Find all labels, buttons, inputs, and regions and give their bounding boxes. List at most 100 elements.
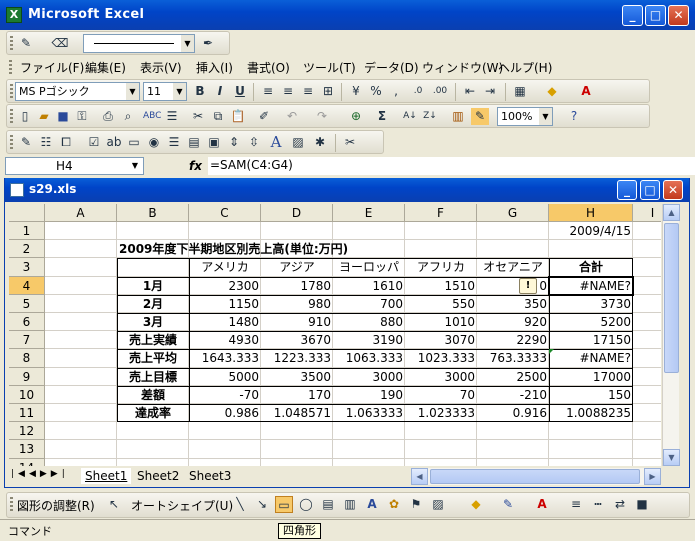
increase-decimal-icon[interactable]: .0 xyxy=(409,83,427,100)
tab-scroll-icon[interactable]: |◀◀▶▶| xyxy=(11,469,69,479)
tab-sheet3[interactable]: Sheet3 xyxy=(185,468,235,484)
menu-file[interactable]: ファイル(F) xyxy=(20,59,84,76)
workbook-close-button[interactable]: ✕ xyxy=(663,180,683,200)
cell-b2-heading[interactable]: 2009年度下半期地区別売上高(単位:万円) xyxy=(117,240,405,258)
button-control-icon[interactable]: ▭ xyxy=(125,134,143,151)
option-button-icon[interactable]: ◉ xyxy=(145,134,163,151)
save-icon[interactable]: ■ xyxy=(54,108,72,125)
name-box-dropdown-icon[interactable]: ▼ xyxy=(128,158,142,174)
column-header-h[interactable]: H xyxy=(549,204,633,222)
font-size-combo[interactable]: 11 ▼ xyxy=(143,82,187,101)
spin-button-icon[interactable]: ⇕ xyxy=(225,134,243,151)
undo-icon[interactable]: ↶ xyxy=(283,108,301,125)
textbox-control-icon[interactable]: ab xyxy=(105,134,123,151)
menu-insert[interactable]: 挿入(I) xyxy=(196,59,233,76)
row-header-14[interactable]: 14 xyxy=(9,458,45,466)
cut-icon[interactable]: ✂ xyxy=(189,108,207,125)
view-code-icon[interactable]: ⧠ xyxy=(57,134,75,151)
spelling-icon[interactable]: ABC xyxy=(143,108,161,125)
column-header-i[interactable]: I xyxy=(633,204,661,222)
open-icon[interactable]: ▰ xyxy=(35,108,53,125)
close-button[interactable]: ✕ xyxy=(668,5,689,26)
row-header-13[interactable]: 13 xyxy=(9,440,45,459)
currency-icon[interactable]: ¥ xyxy=(347,83,365,100)
dash-style-icon[interactable]: ┅ xyxy=(589,496,607,513)
combo-box-icon[interactable]: ▤ xyxy=(185,134,203,151)
menu-window[interactable]: ウィンドウ(W) xyxy=(422,59,503,76)
merge-center-icon[interactable]: ⊞ xyxy=(319,83,337,100)
row-header-3[interactable]: 3 xyxy=(9,258,45,277)
zoom-combo[interactable]: 100% ▼ xyxy=(497,107,553,126)
workbook-icon[interactable] xyxy=(10,183,24,197)
arrow-icon[interactable]: ↘ xyxy=(253,496,271,513)
font-name-combo[interactable]: MS Pゴシック ▼ xyxy=(15,82,140,101)
excel-app-icon[interactable]: X xyxy=(6,7,22,23)
font-color-icon[interactable]: A xyxy=(577,83,595,100)
comma-icon[interactable]: , xyxy=(387,83,405,100)
error-warning-icon[interactable]: ! xyxy=(519,277,537,294)
bold-icon[interactable]: B xyxy=(191,83,209,100)
vertical-text-box-icon[interactable]: ▥ xyxy=(341,496,359,513)
column-header-f[interactable]: F xyxy=(405,204,477,222)
row-header-10[interactable]: 10 xyxy=(9,385,45,404)
label-control-icon[interactable]: A xyxy=(267,134,285,151)
list-box-icon[interactable]: ☰ xyxy=(165,134,183,151)
autosum-icon[interactable]: Σ xyxy=(373,108,391,125)
pen-color-icon[interactable]: ✒ xyxy=(199,35,217,52)
horizontal-scroll-thumb[interactable] xyxy=(430,469,640,484)
row-header-5[interactable]: 5 xyxy=(9,294,45,313)
row-header-6[interactable]: 6 xyxy=(9,313,45,332)
select-objects-icon[interactable]: ↖ xyxy=(105,496,123,513)
rectangle-icon[interactable]: ▭ xyxy=(275,496,293,513)
column-header-d[interactable]: D xyxy=(261,204,333,222)
cell-h1[interactable]: 2009/4/15 xyxy=(549,222,633,240)
percent-icon[interactable]: % xyxy=(367,83,385,100)
menu-view[interactable]: 表示(V) xyxy=(140,59,182,76)
italic-icon[interactable]: I xyxy=(211,83,229,100)
redo-icon[interactable]: ↷ xyxy=(313,108,331,125)
row-header-8[interactable]: 8 xyxy=(9,349,45,368)
arrow-style-icon[interactable]: ⇄ xyxy=(611,496,629,513)
column-header-g[interactable]: G xyxy=(477,204,549,222)
draw-menu[interactable]: 図形の調整(R) xyxy=(17,497,95,514)
line-color-icon[interactable]: ✎ xyxy=(499,496,517,513)
tab-sheet2[interactable]: Sheet2 xyxy=(133,468,183,484)
align-left-icon[interactable]: ≡ xyxy=(259,83,277,100)
vertical-scroll-thumb[interactable] xyxy=(664,223,679,373)
wordart-icon[interactable]: A xyxy=(363,496,381,513)
more-controls-icon[interactable]: ✱ xyxy=(311,134,329,151)
column-header-a[interactable]: A xyxy=(45,204,117,222)
research-icon[interactable]: ☰ xyxy=(163,108,181,125)
insert-function-icon[interactable]: fx xyxy=(189,159,202,173)
design-mode-icon[interactable]: ✎ xyxy=(17,134,35,151)
minimize-button[interactable]: _ xyxy=(622,5,643,26)
text-box-icon[interactable]: ▤ xyxy=(319,496,337,513)
line-style-combo[interactable]: ▼ xyxy=(83,34,195,53)
line-style-icon[interactable]: ≡ xyxy=(567,496,585,513)
scroll-bar-icon[interactable]: ⇳ xyxy=(245,134,263,151)
permission-icon[interactable]: ⚿ xyxy=(73,108,91,125)
workbook-minimize-button[interactable]: _ xyxy=(617,180,637,200)
horizontal-scrollbar[interactable]: ◀ ▶ xyxy=(411,468,661,485)
copy-icon[interactable]: ⧉ xyxy=(209,108,227,125)
align-right-icon[interactable]: ≡ xyxy=(299,83,317,100)
line-icon[interactable]: ╲ xyxy=(231,496,249,513)
oval-icon[interactable]: ◯ xyxy=(297,496,315,513)
workbook-restore-button[interactable]: □ xyxy=(640,180,660,200)
decrease-indent-icon[interactable]: ⇤ xyxy=(461,83,479,100)
checkbox-control-icon[interactable]: ☑ xyxy=(85,134,103,151)
print-preview-icon[interactable]: ⌕ xyxy=(119,108,137,125)
paste-icon[interactable]: 📋 xyxy=(229,108,247,125)
borders-icon[interactable]: ▦ xyxy=(511,83,529,100)
maximize-button[interactable]: □ xyxy=(645,5,666,26)
clip-art-icon[interactable]: ⚑ xyxy=(407,496,425,513)
draw-fill-color-icon[interactable]: ◆ xyxy=(467,496,485,513)
scroll-left-icon[interactable]: ◀ xyxy=(411,468,428,485)
image-control-icon[interactable]: ▨ xyxy=(289,134,307,151)
sort-ascending-icon[interactable]: A↓ xyxy=(401,108,419,125)
properties-icon[interactable]: ☷ xyxy=(37,134,55,151)
column-header-b[interactable]: B xyxy=(117,204,189,222)
increase-indent-icon[interactable]: ⇥ xyxy=(481,83,499,100)
menu-edit[interactable]: 編集(E) xyxy=(85,59,126,76)
scroll-right-icon[interactable]: ▶ xyxy=(644,468,661,485)
